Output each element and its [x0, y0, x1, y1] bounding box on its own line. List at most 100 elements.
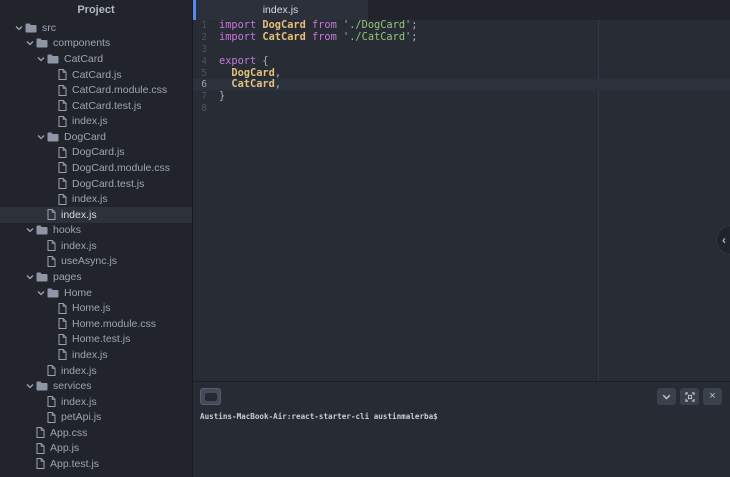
tree-item-label: DogCard.js [72, 146, 125, 159]
file-icon [36, 427, 45, 439]
chevron-down-icon [15, 25, 23, 31]
terminal-collapse-button[interactable] [657, 388, 676, 405]
chevron-down-icon [37, 290, 45, 296]
file-icon [58, 178, 67, 190]
tree-file-index-js[interactable]: index.js [0, 394, 192, 410]
tree-item-label: index.js [61, 395, 97, 408]
tab-label: index.js [262, 4, 299, 16]
tree-folder-pages[interactable]: pages [0, 269, 192, 285]
tree-item-label: index.js [72, 193, 108, 206]
tree-item-label: CatCard.module.css [72, 84, 168, 97]
tree-file-dogcard-js[interactable]: DogCard.js [0, 145, 192, 161]
tree-item-label: DogCard.module.css [72, 161, 171, 174]
folder-expander[interactable] [26, 382, 36, 390]
terminal-maximize-button[interactable] [680, 388, 699, 405]
active-pane-accent [193, 0, 196, 20]
tree-file-home-test-js[interactable]: Home.test.js [0, 332, 192, 348]
tree-file-index-js[interactable]: index.js [0, 238, 192, 254]
tree-item-label: src [42, 21, 56, 34]
tree-folder-src[interactable]: src [0, 20, 192, 36]
tree-item-label: index.js [72, 115, 108, 128]
folder-icon [36, 225, 48, 235]
tree-file-index-js[interactable]: index.js [0, 113, 192, 129]
tree-file-index-js[interactable]: index.js [0, 363, 192, 379]
line-number: 8 [201, 103, 207, 115]
file-tree: src components CatCard CatCard.js CatCard.mo… [0, 20, 192, 472]
terminal-tab-button[interactable] [200, 388, 221, 405]
code-line-3[interactable]: 3 [193, 44, 730, 56]
code-line-2[interactable]: 2 import CatCard from './CatCard'; [193, 31, 730, 44]
terminal-toolbar: × [193, 382, 730, 405]
code-line-7[interactable]: 7} [193, 90, 730, 103]
folder-icon [47, 288, 59, 298]
folder-expander[interactable] [37, 133, 47, 141]
tree-folder-dogcard[interactable]: DogCard [0, 129, 192, 145]
folder-icon [36, 38, 48, 48]
code-line-6[interactable]: 6 CatCard, [193, 79, 730, 92]
terminal-prompt[interactable]: Austins-MacBook-Air:react-starter-cli au… [193, 405, 730, 421]
tree-file-catcard-js[interactable]: CatCard.js [0, 67, 192, 83]
tree-file-index-js[interactable]: index.js [0, 206, 192, 223]
line-number: 6 [201, 79, 207, 91]
tab-bar: index.js [193, 0, 730, 20]
tree-file-dogcard-test-js[interactable]: DogCard.test.js [0, 176, 192, 192]
folder-expander[interactable] [15, 24, 25, 32]
tree-item-label: index.js [61, 364, 97, 377]
tree-folder-home[interactable]: Home [0, 285, 192, 301]
tree-file-app-test-js[interactable]: App.test.js [0, 456, 192, 472]
code-editor[interactable]: 1 import DogCard from './DogCard'; 2 import… [193, 20, 730, 381]
folder-expander[interactable] [26, 39, 36, 47]
tree-file-catcard-test-js[interactable]: CatCard.test.js [0, 98, 192, 114]
tree-item-label: Home.module.css [72, 317, 157, 330]
folder-expander[interactable] [26, 226, 36, 234]
file-icon [58, 69, 67, 81]
code-lines: 1 import DogCard from './DogCard'; 2 import… [193, 20, 730, 115]
file-icon [58, 349, 67, 361]
tree-file-petapi-js[interactable]: petApi.js [0, 409, 192, 425]
tree-item-label: index.js [61, 208, 97, 221]
line-number: 5 [201, 67, 207, 79]
tree-file-app-css[interactable]: App.css [0, 425, 192, 441]
tree-file-app-js[interactable]: App.js [0, 441, 192, 457]
tree-folder-components[interactable]: components [0, 36, 192, 52]
terminal-close-button[interactable]: × [703, 388, 722, 405]
tree-item-label: CatCard [64, 52, 104, 65]
tree-folder-catcard[interactable]: CatCard [0, 51, 192, 67]
file-icon [58, 115, 67, 127]
folder-icon [47, 132, 59, 142]
tree-item-label: CatCard.js [72, 68, 122, 81]
tree-item-label: components [53, 37, 111, 50]
tree-item-label: hooks [53, 224, 82, 237]
tree-folder-services[interactable]: services [0, 378, 192, 394]
folder-expander[interactable] [37, 289, 47, 297]
chevron-down-icon [26, 41, 34, 46]
folder-expander[interactable] [37, 55, 47, 63]
tree-file-index-js[interactable]: index.js [0, 347, 192, 363]
chevron-down-icon [26, 275, 34, 280]
folder-expander[interactable] [26, 273, 36, 281]
tree-file-dogcard-module-css[interactable]: DogCard.module.css [0, 160, 192, 176]
folder-icon [36, 272, 48, 282]
tab-index-js[interactable]: index.js [193, 0, 368, 20]
tree-item-label: pages [53, 271, 82, 284]
file-icon [58, 146, 67, 158]
tree-file-useasync-js[interactable]: useAsync.js [0, 254, 192, 270]
file-icon [47, 240, 56, 252]
file-icon [58, 302, 67, 314]
file-icon [58, 162, 67, 174]
tree-file-home-js[interactable]: Home.js [0, 300, 192, 316]
code-line-8[interactable]: 8 [193, 103, 730, 115]
tree-item-label: index.js [61, 239, 97, 252]
tree-item-label: App.js [50, 442, 80, 455]
line-number: 1 [201, 20, 207, 31]
tree-item-label: App.css [50, 426, 88, 439]
tree-folder-hooks[interactable]: hooks [0, 223, 192, 239]
tree-file-index-js[interactable]: index.js [0, 191, 192, 207]
tree-file-catcard-module-css[interactable]: CatCard.module.css [0, 82, 192, 98]
tree-file-home-module-css[interactable]: Home.module.css [0, 316, 192, 332]
line-number: 3 [201, 43, 207, 55]
file-icon [58, 100, 67, 112]
app-window: Project src components CatCard CatCard.js Ca… [0, 0, 730, 477]
